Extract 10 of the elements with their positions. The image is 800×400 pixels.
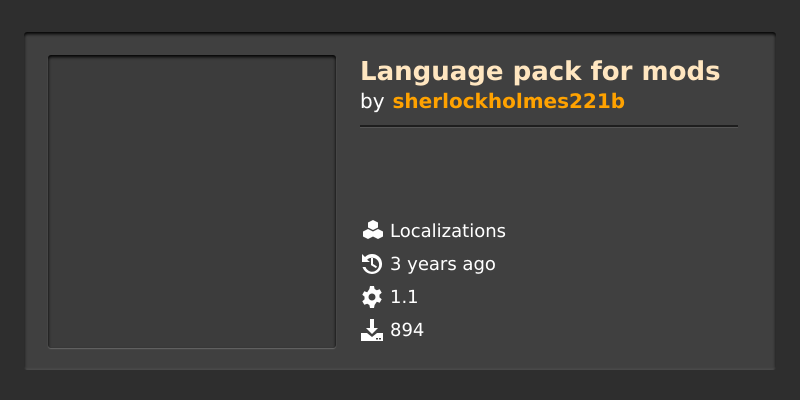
detail-text: Localizations bbox=[390, 220, 506, 242]
mod-title: Language pack for mods bbox=[360, 57, 722, 87]
detail-text: 1.1 bbox=[390, 286, 419, 308]
gear-icon bbox=[360, 285, 384, 309]
byline-label: by bbox=[360, 89, 385, 113]
history-icon bbox=[360, 252, 384, 276]
download-icon bbox=[360, 318, 384, 342]
author-link[interactable]: sherlockholmes221b bbox=[392, 89, 626, 113]
detail-text: 3 years ago bbox=[390, 254, 496, 274]
detail-text: 894 bbox=[390, 320, 424, 340]
